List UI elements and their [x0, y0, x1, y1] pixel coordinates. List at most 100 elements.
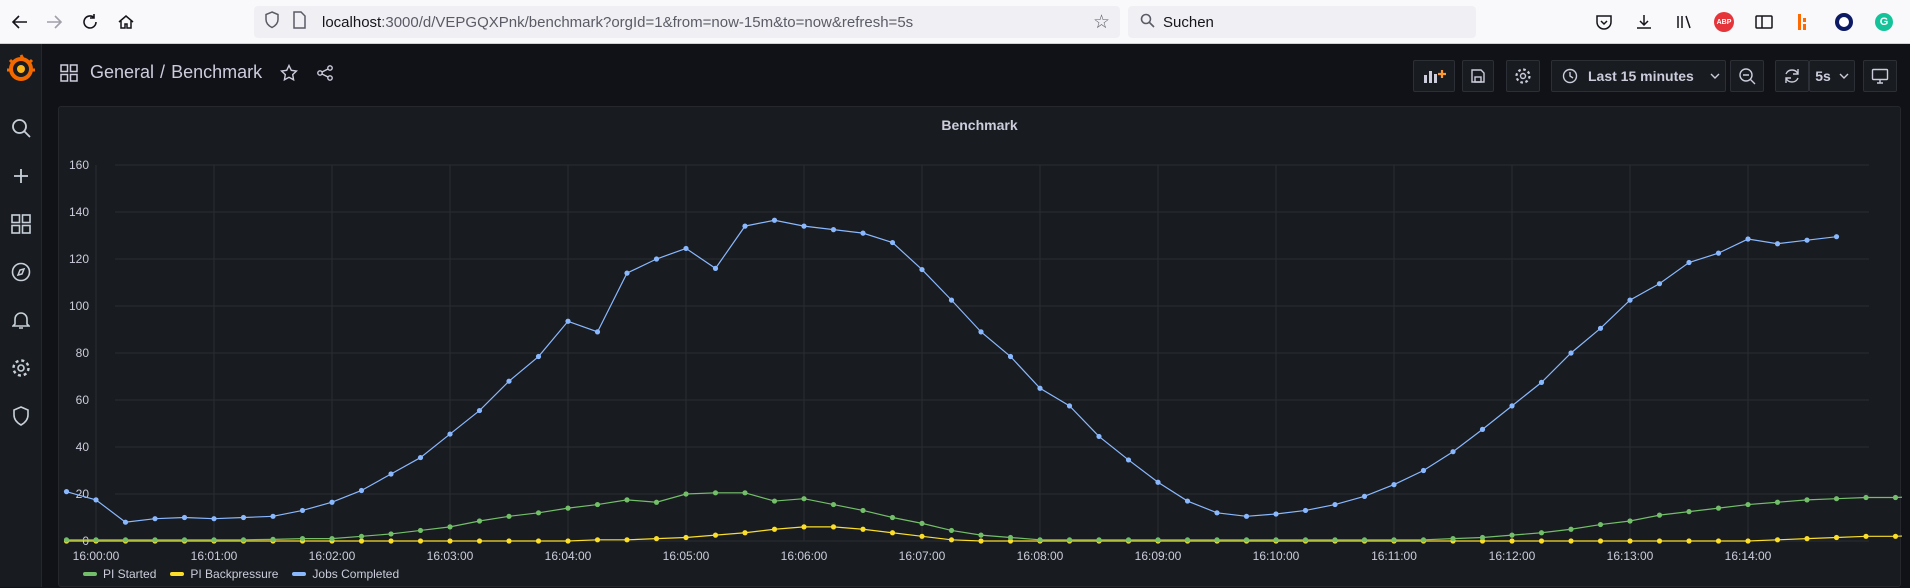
- favorite-star-icon[interactable]: [280, 63, 299, 82]
- data-point: [801, 223, 807, 229]
- data-point: [919, 533, 925, 539]
- data-point: [801, 496, 807, 502]
- y-tick-label: 160: [69, 158, 89, 172]
- time-range-picker[interactable]: Last 15 minutes: [1551, 60, 1726, 92]
- add-panel-button[interactable]: [1413, 60, 1455, 92]
- data-point: [211, 537, 217, 543]
- data-point: [329, 536, 335, 542]
- search-icon: [1140, 13, 1155, 32]
- data-point: [1745, 501, 1751, 508]
- pocket-icon[interactable]: [1590, 8, 1618, 36]
- data-point: [1125, 457, 1132, 463]
- data-point: [447, 538, 453, 544]
- data-point: [152, 537, 158, 543]
- data-point: [1037, 385, 1043, 391]
- explore-compass-icon[interactable]: [0, 252, 42, 292]
- data-point: [1715, 505, 1722, 511]
- refresh-interval-picker[interactable]: 5s: [1809, 60, 1855, 92]
- legend-item[interactable]: PI Backpressure: [170, 567, 278, 581]
- clock-icon: [1562, 68, 1578, 84]
- legend-item[interactable]: PI Started: [83, 567, 156, 581]
- zoom-out-button[interactable]: [1730, 60, 1764, 92]
- reload-button[interactable]: [72, 4, 108, 40]
- breadcrumb-dashboard-title[interactable]: Benchmark: [171, 62, 262, 83]
- dashboard-settings-button[interactable]: [1506, 60, 1540, 92]
- data-point: [1774, 241, 1781, 247]
- configuration-gear-icon[interactable]: [0, 348, 42, 388]
- adblock-label: ABP: [1714, 12, 1734, 32]
- data-point: [860, 230, 866, 236]
- data-point: [1568, 350, 1574, 356]
- data-point: [329, 499, 335, 505]
- x-tick-label: 16:09:00: [1135, 549, 1182, 563]
- browser-extensions: ABP G: [1590, 8, 1910, 36]
- breadcrumb-folder[interactable]: General: [90, 62, 154, 83]
- data-point: [1066, 403, 1073, 409]
- time-range-label: Last 15 minutes: [1588, 68, 1694, 84]
- create-plus-icon[interactable]: [0, 156, 42, 196]
- adblock-icon[interactable]: ABP: [1710, 8, 1738, 36]
- address-bar[interactable]: localhost:3000/d/VEPGQXPnk/benchmark?org…: [254, 6, 1120, 38]
- data-point: [1361, 493, 1368, 499]
- x-tick-label: 16:07:00: [899, 549, 946, 563]
- reader-view-icon[interactable]: [1750, 8, 1778, 36]
- data-point: [447, 431, 453, 437]
- data-point: [565, 505, 571, 511]
- data-point: [889, 514, 896, 521]
- search-bar[interactable]: Suchen: [1128, 6, 1476, 38]
- data-point: [535, 510, 542, 516]
- legend-item[interactable]: Jobs Completed: [292, 567, 399, 581]
- extension-orange-icon[interactable]: [1790, 8, 1818, 36]
- series-line-pi-backpressure: [66, 526, 1902, 542]
- timeseries-chart[interactable]: 02040608010012014016016:00:00 16:01:00 16:…: [59, 107, 1902, 588]
- series-line-pi-started: [66, 492, 1902, 541]
- data-point: [1715, 538, 1722, 544]
- dashboards-grid-icon[interactable]: [0, 204, 42, 244]
- bookmark-star-icon[interactable]: ☆: [1093, 11, 1110, 34]
- tracking-shield-icon[interactable]: [264, 11, 286, 33]
- zoom-out-icon: [1739, 68, 1756, 85]
- data-point: [1450, 536, 1456, 542]
- x-tick-label: 16:14:00: [1725, 549, 1772, 563]
- url-text: localhost:3000/d/VEPGQXPnk/benchmark?org…: [322, 14, 913, 31]
- data-point: [1509, 403, 1515, 409]
- data-point: [565, 538, 571, 544]
- data-point: [1096, 433, 1102, 440]
- benchmark-panel[interactable]: Benchmark 0 20 40 60 80 100 120 140 160 16:00:00 1…: [58, 106, 1902, 588]
- data-point: [1125, 537, 1132, 543]
- x-tick-label: 16:00:00: [73, 549, 120, 563]
- data-point: [1627, 538, 1633, 544]
- data-point: [624, 537, 630, 543]
- data-point: [1361, 537, 1368, 543]
- server-admin-shield-icon[interactable]: [0, 396, 42, 436]
- downloads-icon[interactable]: [1630, 8, 1658, 36]
- add-panel-icon: [1424, 70, 1446, 83]
- legend-swatch: [83, 572, 97, 576]
- data-point: [122, 537, 129, 543]
- extension-ring-icon[interactable]: [1830, 8, 1858, 36]
- data-point: [594, 501, 601, 508]
- data-point: [476, 518, 483, 524]
- alerting-bell-icon[interactable]: [0, 300, 42, 340]
- data-point: [1863, 494, 1869, 501]
- page-info-icon[interactable]: [292, 11, 312, 33]
- data-point: [978, 538, 984, 544]
- search-nav-icon[interactable]: [0, 108, 42, 148]
- data-point: [1479, 426, 1486, 432]
- home-button[interactable]: [108, 4, 144, 40]
- data-point: [653, 536, 660, 542]
- forward-button[interactable]: [36, 4, 72, 40]
- data-point: [506, 538, 512, 544]
- share-icon[interactable]: [316, 64, 334, 82]
- data-point: [1066, 537, 1073, 543]
- library-icon[interactable]: [1670, 8, 1698, 36]
- save-dashboard-button[interactable]: [1462, 60, 1494, 92]
- grafana-logo-icon[interactable]: [6, 54, 36, 84]
- view-mode-button[interactable]: [1863, 60, 1897, 92]
- grammarly-icon[interactable]: G: [1870, 8, 1898, 36]
- back-button[interactable]: [2, 4, 38, 40]
- data-point: [417, 527, 424, 534]
- legend-swatch: [170, 572, 185, 576]
- refresh-button[interactable]: [1775, 60, 1809, 92]
- legend-label: Jobs Completed: [312, 567, 400, 581]
